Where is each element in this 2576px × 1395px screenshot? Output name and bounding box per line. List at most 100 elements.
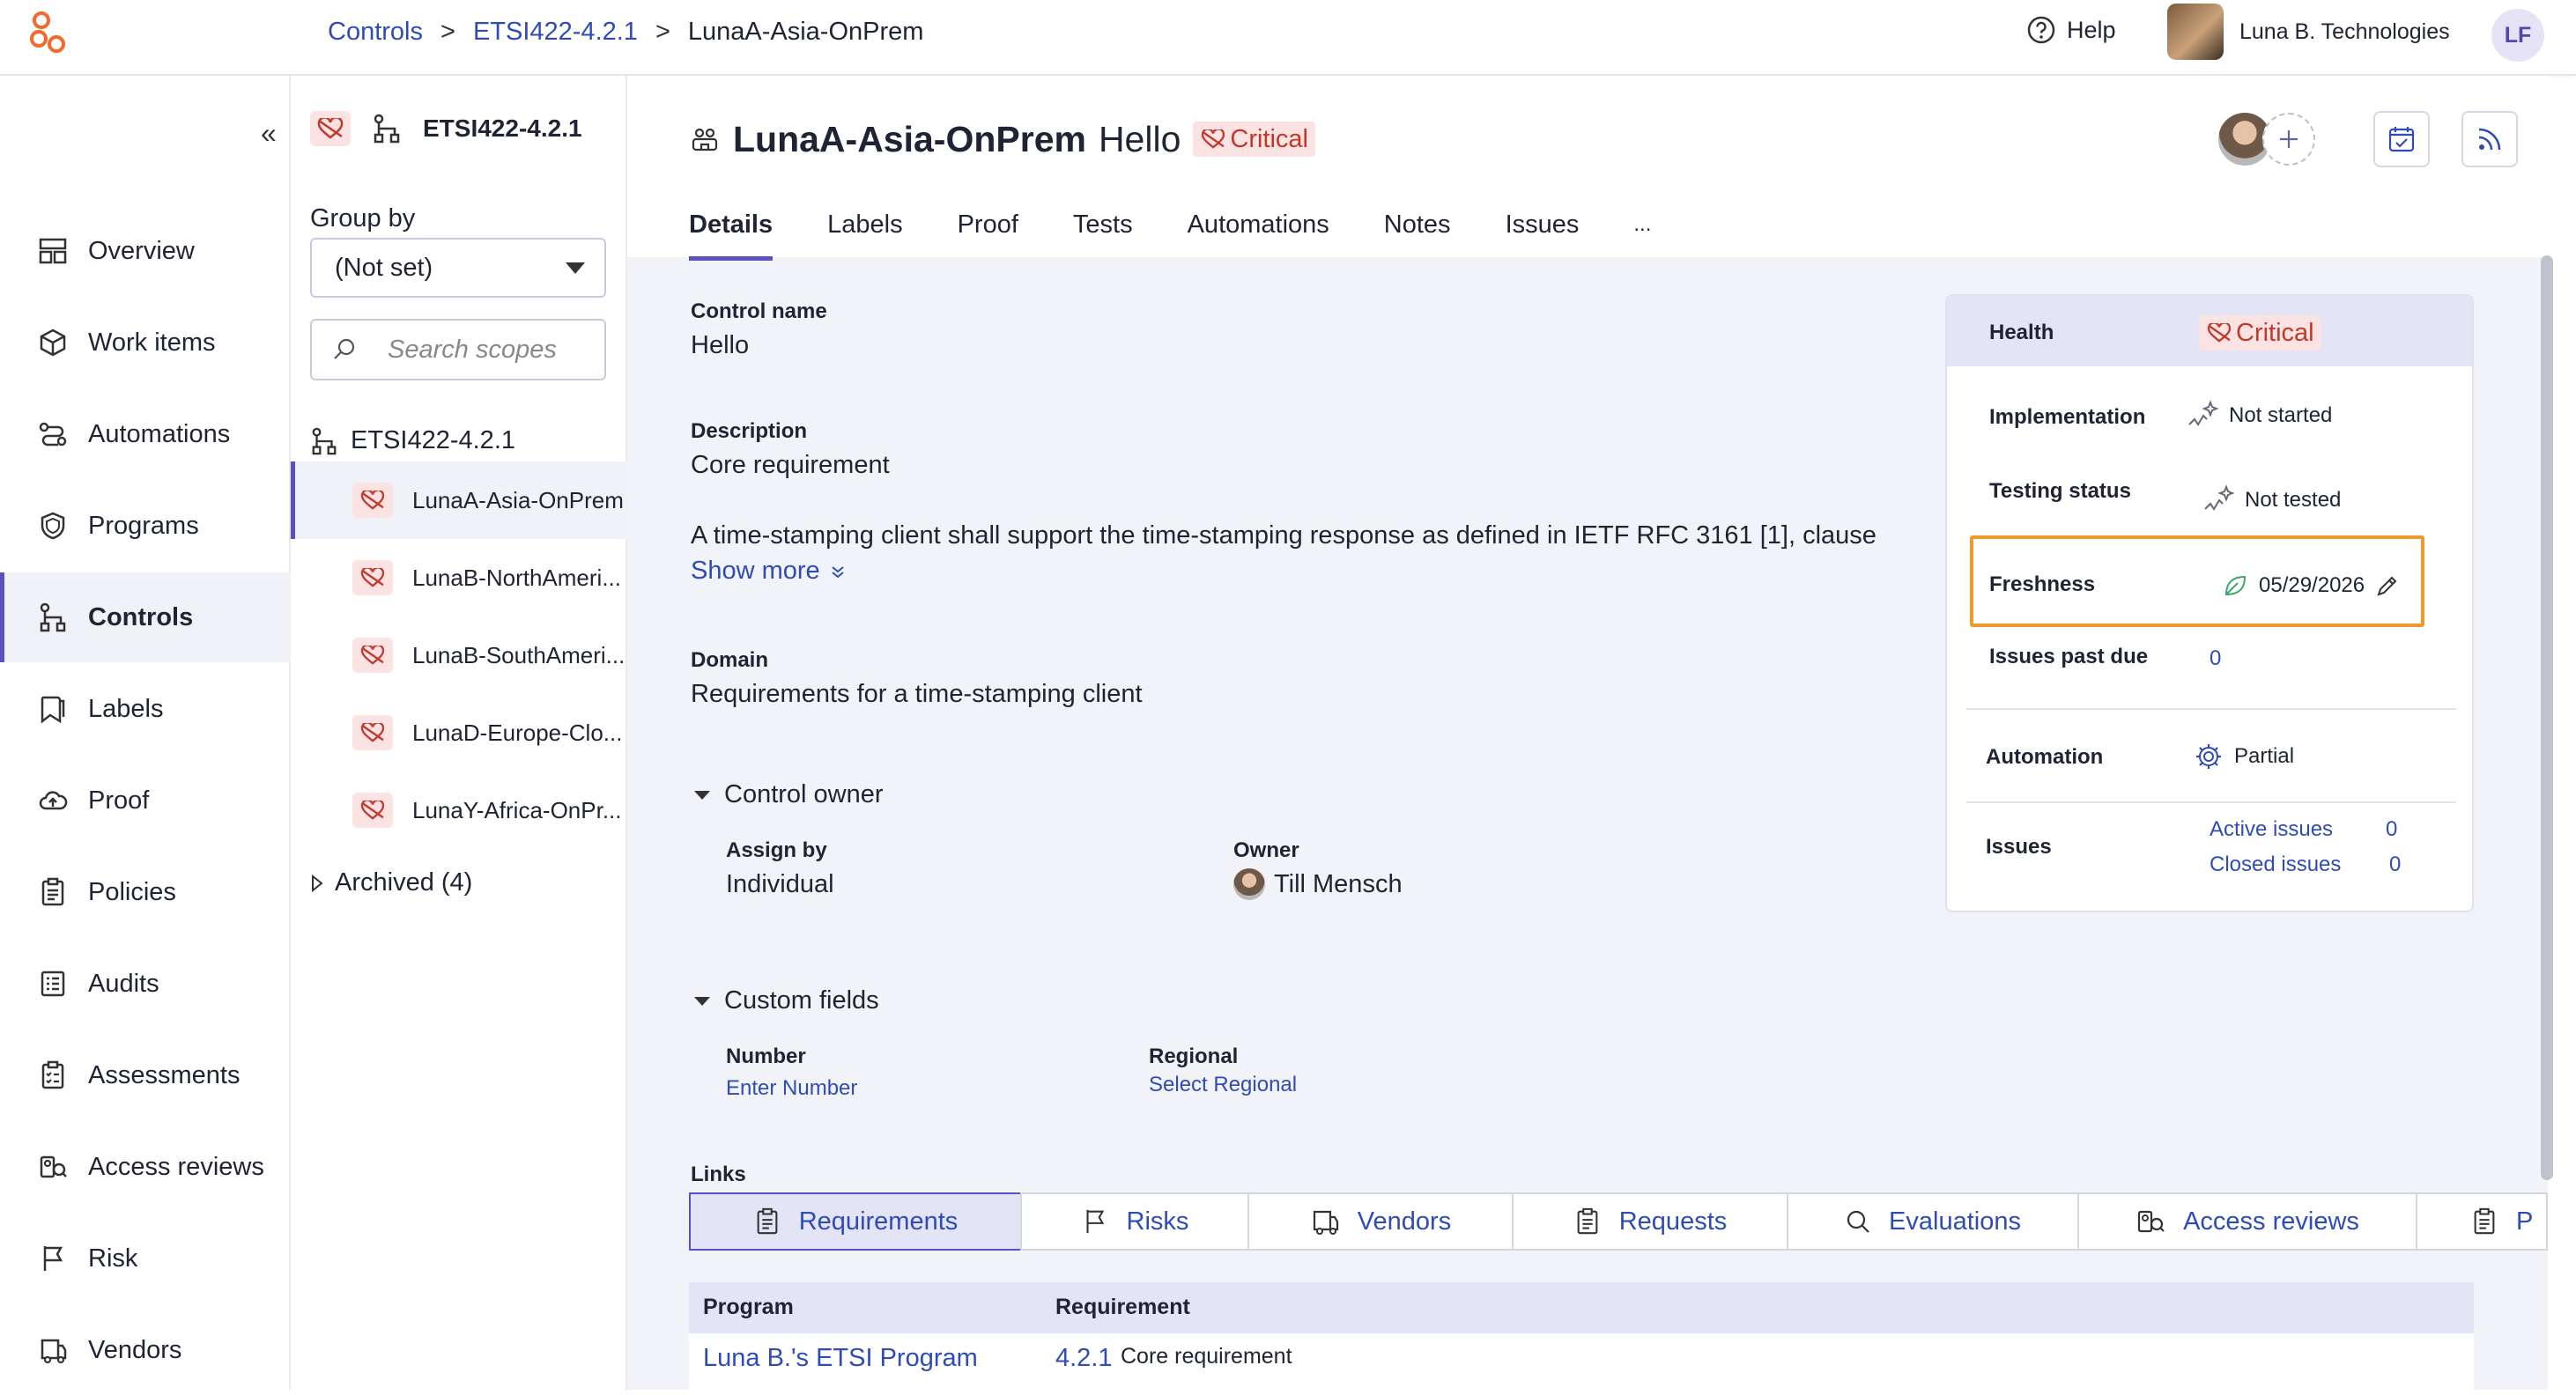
app-logo[interactable]: [26, 9, 76, 58]
nav-audits[interactable]: Audits: [0, 939, 291, 1029]
nav-label: Policies: [88, 877, 176, 906]
number-input[interactable]: Enter Number: [726, 1076, 857, 1101]
scope-item[interactable]: LunaY-Africa-OnPr...: [291, 771, 627, 849]
link-tab-access-reviews[interactable]: Access reviews: [2077, 1192, 2417, 1251]
tab-more[interactable]: ...: [1633, 204, 1651, 257]
program-link[interactable]: Luna B.'s ETSI Program: [703, 1344, 978, 1373]
tab-automations[interactable]: Automations: [1188, 204, 1329, 257]
tab-issues[interactable]: Issues: [1506, 204, 1580, 257]
closed-issues-count[interactable]: 0: [2389, 852, 2401, 877]
scope-item-label: LunaB-NorthAmeri...: [412, 564, 621, 591]
nav-controls[interactable]: Controls: [0, 572, 291, 662]
tab-labels[interactable]: Labels: [827, 204, 902, 257]
critical-health-icon: [2206, 323, 2232, 343]
link-tab-label: P: [2516, 1207, 2534, 1236]
requirement-id-link[interactable]: 4.2.1: [1055, 1344, 1113, 1373]
owner-value[interactable]: Till Mensch: [1233, 868, 1403, 900]
nav-overview[interactable]: Overview: [0, 206, 291, 296]
nav-programs[interactable]: Programs: [0, 481, 291, 571]
tab-tests[interactable]: Tests: [1073, 204, 1133, 257]
breadcrumb: Controls > ETSI422-4.2.1 > LunaA-Asia-On…: [328, 14, 923, 49]
org-switcher[interactable]: Luna B. Technologies: [2167, 4, 2450, 60]
scope-item[interactable]: LunaB-SouthAmeri...: [291, 616, 627, 694]
scope-item[interactable]: LunaA-Asia-OnPrem: [291, 461, 627, 539]
tab-details[interactable]: Details: [689, 204, 774, 261]
owner-label: Owner: [1233, 838, 1299, 862]
show-more-label: Show more: [691, 557, 820, 585]
regional-select[interactable]: Select Regional: [1149, 1073, 1297, 1097]
control-title: LunaA-Asia-OnPrem Hello Critical: [689, 114, 1316, 164]
scope-item[interactable]: LunaD-Europe-Clo...: [291, 694, 627, 771]
automation-label: Automation: [1986, 745, 2104, 769]
nav-vendors[interactable]: Vendors: [0, 1305, 291, 1395]
scope-tree-root-label: ETSI422-4.2.1: [351, 426, 515, 454]
nav-label: Overview: [88, 236, 195, 265]
scope-item-label: LunaB-SouthAmeri...: [412, 641, 625, 668]
link-tab-more[interactable]: P: [2416, 1192, 2548, 1251]
tab-proof[interactable]: Proof: [958, 204, 1018, 257]
main-scrollbar[interactable]: [2541, 255, 2553, 1180]
group-by-value: (Not set): [335, 254, 433, 282]
nav-risk[interactable]: Risk: [0, 1214, 291, 1303]
link-tab-requirements[interactable]: Requirements: [689, 1192, 1022, 1251]
scope-header: ETSI422-4.2.1: [310, 111, 582, 146]
automation-value[interactable]: Partial: [2194, 742, 2294, 771]
top-bar: Controls > ETSI422-4.2.1 > LunaA-Asia-On…: [0, 0, 2576, 76]
breadcrumb-separator: >: [440, 18, 455, 46]
add-member-button[interactable]: [2262, 113, 2315, 166]
active-issues-count[interactable]: 0: [2386, 817, 2397, 842]
cube-icon: [35, 325, 70, 360]
cloud-icon: [35, 783, 70, 818]
calendar-button[interactable]: [2373, 111, 2430, 167]
link-tab-vendors[interactable]: Vendors: [1247, 1192, 1514, 1251]
breadcrumb-framework[interactable]: ETSI422-4.2.1: [473, 14, 638, 49]
nav-work-items[interactable]: Work items: [0, 298, 291, 388]
issues-past-due-value[interactable]: 0: [2210, 646, 2221, 671]
testing-status-value[interactable]: Not tested: [2202, 484, 2341, 516]
control-header: LunaA-Asia-OnPrem Hello Critical Details…: [627, 76, 2548, 261]
hierarchy-icon: [372, 114, 402, 144]
group-by-select[interactable]: (Not set): [310, 238, 606, 298]
nav-access-reviews[interactable]: Access reviews: [0, 1122, 291, 1212]
nav-proof[interactable]: Proof: [0, 756, 291, 845]
assign-by-value[interactable]: Individual: [726, 870, 834, 899]
scope-tree-root[interactable]: ETSI422-4.2.1: [310, 426, 515, 455]
links-table-header: Program Requirement: [689, 1282, 2474, 1333]
help-link[interactable]: Help: [2026, 12, 2116, 48]
critical-health-icon: [1200, 129, 1226, 149]
owner-name: Till Mensch: [1274, 869, 1403, 898]
control-owner-section-toggle[interactable]: Control owner: [692, 780, 884, 809]
tab-notes[interactable]: Notes: [1384, 204, 1451, 257]
user-avatar[interactable]: LF: [2491, 9, 2544, 62]
critical-health-icon: [352, 638, 393, 673]
breadcrumb-controls[interactable]: Controls: [328, 14, 423, 49]
links-tabs: Requirements Risks Vendors Requests Eval…: [689, 1192, 2548, 1251]
hierarchy-icon: [310, 427, 338, 455]
link-tab-risks[interactable]: Risks: [1020, 1192, 1249, 1251]
nav-assessments[interactable]: Assessments: [0, 1030, 291, 1120]
show-more-link[interactable]: Show more: [691, 557, 847, 586]
link-tab-requests[interactable]: Requests: [1512, 1192, 1788, 1251]
issues-past-due-label: Issues past due: [1989, 645, 2149, 668]
nav-labels[interactable]: Labels: [0, 664, 291, 754]
scope-search-input[interactable]: Search scopes: [310, 319, 606, 380]
feed-button[interactable]: [2461, 111, 2518, 167]
gear-icon: [2194, 742, 2224, 771]
description-label: Description: [691, 419, 808, 443]
scope-item[interactable]: LunaB-NorthAmeri...: [291, 539, 627, 616]
automation-icon: [35, 417, 70, 452]
health-value-badge: Critical: [2199, 315, 2321, 351]
closed-issues-link[interactable]: Closed issues: [2210, 852, 2341, 877]
nav-policies[interactable]: Policies: [0, 847, 291, 937]
column-header-program: Program: [703, 1295, 794, 1319]
archived-toggle[interactable]: Archived (4): [310, 868, 472, 897]
implementation-value[interactable]: Not started: [2187, 400, 2332, 432]
collapse-sidebar-button[interactable]: «: [261, 119, 277, 147]
active-issues-link[interactable]: Active issues: [2210, 817, 2333, 842]
clipboard-icon: [2470, 1207, 2498, 1236]
custom-fields-section-toggle[interactable]: Custom fields: [692, 986, 879, 1015]
archived-label: Archived (4): [335, 868, 473, 897]
list-icon: [35, 966, 70, 1001]
nav-automations[interactable]: Automations: [0, 389, 291, 479]
link-tab-evaluations[interactable]: Evaluations: [1787, 1192, 2079, 1251]
